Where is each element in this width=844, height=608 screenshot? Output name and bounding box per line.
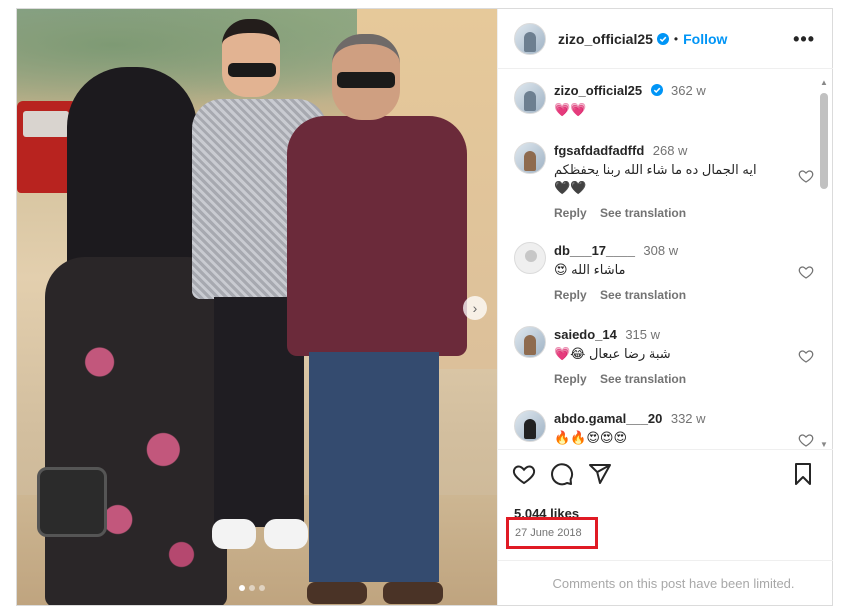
avatar[interactable] [514, 82, 546, 114]
carousel-dot [249, 585, 255, 591]
comment-text: 🔥🔥😍😍😍 [554, 430, 628, 445]
carousel-dots [239, 585, 265, 591]
separator-dot: • [673, 31, 679, 46]
verified-badge-icon [650, 84, 663, 96]
comment-username[interactable]: abdo.gamal___20 [554, 411, 662, 426]
shoe [383, 582, 443, 604]
avatar[interactable] [514, 410, 546, 442]
shoe [212, 519, 256, 549]
heart-icon[interactable] [798, 348, 814, 364]
see-translation-button[interactable]: See translation [600, 372, 686, 386]
comments-scrollbar[interactable]: ▲ ▼ [820, 79, 828, 449]
reply-button[interactable]: Reply [554, 206, 587, 220]
scroll-down-icon[interactable]: ▼ [820, 441, 828, 449]
jeans [309, 352, 439, 582]
comment-item: saiedo_14 315 w شبة رضا عبعال 😂💗 Reply S… [514, 326, 814, 386]
heart-icon[interactable] [798, 264, 814, 280]
comment-item: fgsafdadfadffd 268 w ايه الجمال ده ما شا… [514, 142, 814, 220]
post-username[interactable]: zizo_official25 [558, 31, 653, 47]
avatar[interactable] [514, 242, 546, 274]
comment-icon[interactable] [550, 462, 574, 486]
comment-time[interactable]: 268 w [653, 143, 688, 158]
comment-time[interactable]: 315 w [625, 327, 660, 342]
sunglasses [228, 63, 276, 77]
caption: zizo_official25 362 w 💗💗 [514, 82, 814, 118]
comment-time[interactable]: 332 w [671, 411, 706, 426]
share-icon[interactable] [588, 462, 612, 486]
caption-username[interactable]: zizo_official25 [554, 83, 642, 98]
reply-button[interactable]: Reply [554, 372, 587, 386]
comment-text-line2: 🖤🖤 [554, 180, 587, 195]
post-dialog: › zizo_official25 • Follow ••• zizo_offi… [16, 8, 833, 606]
comment-item: db___17____ 308 w ماشاء الله 😍 Reply See… [514, 242, 814, 302]
handbag [37, 467, 107, 537]
comments-limited-notice: Comments on this post have been limited. [498, 560, 833, 605]
reply-button[interactable]: Reply [554, 288, 587, 302]
post-side-panel: zizo_official25 • Follow ••• zizo_offici… [497, 9, 833, 605]
carousel-dot [259, 585, 265, 591]
caption-text: 💗💗 [554, 102, 587, 117]
post-photo[interactable]: › [17, 9, 497, 605]
photo-person-man [287, 34, 467, 604]
more-options-icon[interactable]: ••• [793, 29, 815, 50]
comment-username[interactable]: fgsafdadfadffd [554, 143, 644, 158]
comment-username[interactable]: saiedo_14 [554, 327, 617, 342]
avatar[interactable] [514, 22, 546, 55]
verified-badge-icon [656, 32, 669, 45]
see-translation-button[interactable]: See translation [600, 288, 686, 302]
chevron-right-icon[interactable]: › [463, 296, 487, 320]
comment-item: abdo.gamal___20 332 w 🔥🔥😍😍😍 [514, 410, 814, 448]
shirt [287, 116, 467, 356]
scroll-up-icon[interactable]: ▲ [820, 79, 828, 87]
comment-text: ماشاء الله 😍 [554, 262, 626, 277]
scrollbar-thumb[interactable] [820, 93, 828, 189]
heart-icon[interactable] [512, 462, 536, 486]
see-translation-button[interactable]: See translation [600, 206, 686, 220]
bookmark-icon[interactable] [791, 462, 815, 486]
head [222, 19, 280, 97]
comment-text: شبة رضا عبعال 😂💗 [554, 346, 671, 361]
heart-icon[interactable] [798, 432, 814, 448]
caption-time[interactable]: 362 w [671, 83, 706, 98]
carousel-dot-active [239, 585, 245, 591]
avatar[interactable] [514, 142, 546, 174]
follow-button[interactable]: Follow [683, 31, 727, 47]
heart-icon[interactable] [798, 168, 814, 184]
comment-time[interactable]: 308 w [643, 243, 678, 258]
post-header: zizo_official25 • Follow ••• [498, 9, 833, 69]
avatar[interactable] [514, 326, 546, 358]
post-date[interactable]: 27 June 2018 [515, 527, 582, 539]
comment-text: ايه الجمال ده ما شاء الله ربنا يحفظكم [554, 162, 757, 177]
action-bar: 5,044 likes 27 June 2018 [498, 449, 833, 559]
comment-username[interactable]: db___17____ [554, 243, 635, 258]
shoe [307, 582, 367, 604]
sunglasses [337, 72, 395, 88]
comments-list[interactable]: zizo_official25 362 w 💗💗 fgsafdadfadffd … [498, 70, 818, 448]
